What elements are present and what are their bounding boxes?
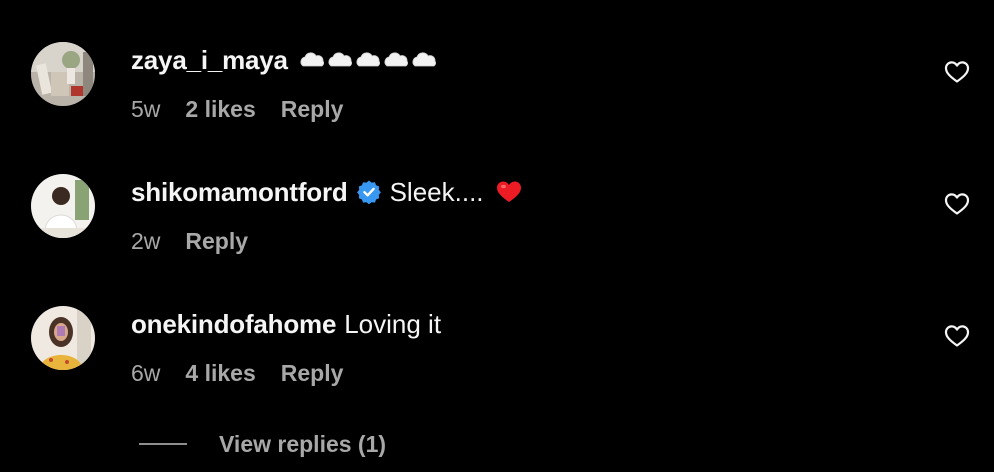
reply-button[interactable]: Reply [281, 360, 344, 387]
divider [139, 443, 187, 445]
timestamp: 6w [131, 359, 161, 386]
comment-meta: 2w Reply [131, 225, 248, 257]
timestamp: 5w [131, 95, 161, 122]
comment-line: zaya_i_maya [131, 42, 440, 78]
likes-count[interactable]: 4 likes [185, 360, 255, 387]
comment-meta: 5w 2 likes Reply [131, 93, 343, 125]
red-heart-emoji [496, 180, 522, 204]
avatar[interactable] [31, 42, 95, 106]
comment-text: Sleek.... [389, 177, 484, 207]
comment-line: onekindofahome Loving it [131, 306, 441, 342]
reply-button[interactable]: Reply [281, 96, 344, 123]
username[interactable]: shikomamontford [131, 174, 348, 210]
heart-outline-icon[interactable] [944, 324, 970, 348]
reply-button[interactable]: Reply [185, 228, 248, 255]
heart-outline-icon[interactable] [944, 192, 970, 216]
likes-count[interactable]: 2 likes [185, 96, 255, 123]
avatar[interactable] [31, 306, 95, 370]
comment-line: shikomamontford Sleek.... [131, 174, 522, 210]
avatar[interactable] [31, 174, 95, 238]
view-replies-button[interactable]: View replies (1) [139, 428, 386, 460]
verified-badge-icon [356, 179, 382, 205]
view-replies-label[interactable]: View replies (1) [219, 431, 386, 458]
heart-outline-icon[interactable] [944, 60, 970, 84]
comment-meta: 6w 4 likes Reply [131, 357, 343, 389]
username[interactable]: zaya_i_maya [131, 42, 288, 78]
timestamp: 2w [131, 227, 161, 254]
comment-text: Loving it [344, 309, 442, 339]
cloud-emoji [300, 50, 440, 70]
username[interactable]: onekindofahome [131, 306, 336, 342]
